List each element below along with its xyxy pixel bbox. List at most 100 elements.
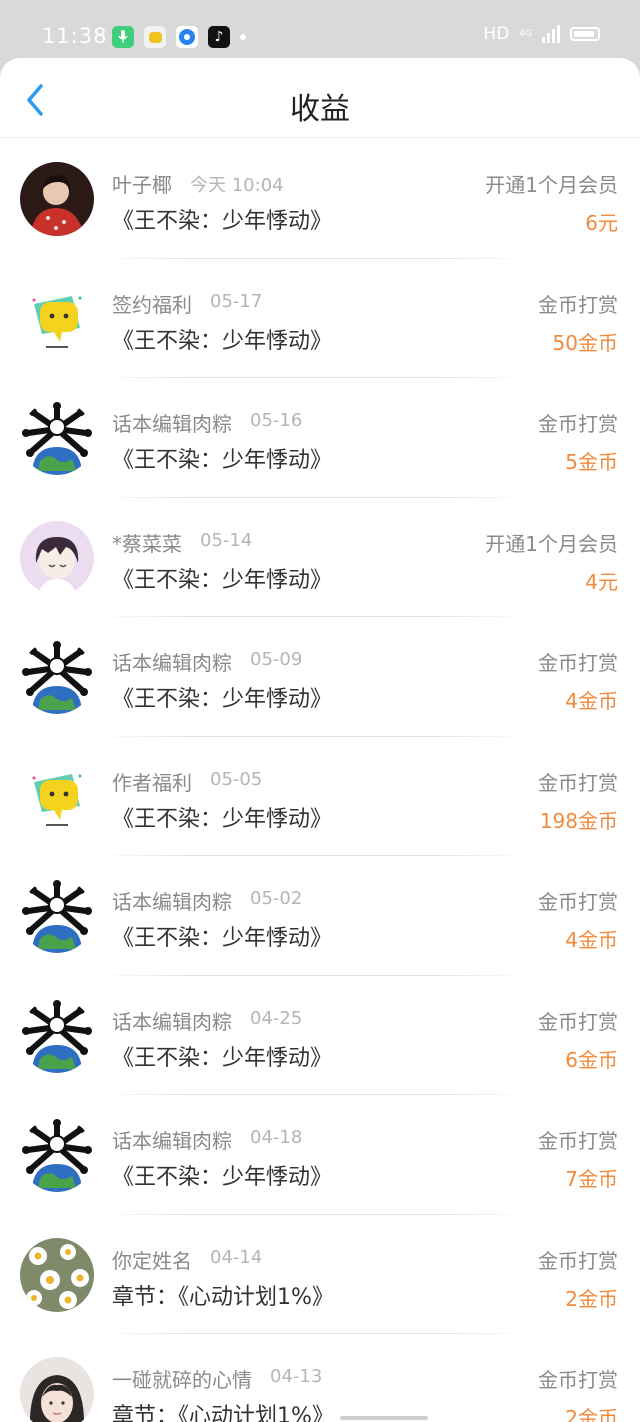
sender-name: 签约福利	[112, 292, 192, 317]
list-item[interactable]: 签约福利 05-17 《王不染：少年悸动》 金币打赏 50金币	[0, 259, 640, 379]
earning-amount: 4金币	[565, 928, 618, 952]
signal-type-label: 4G	[519, 28, 532, 39]
earning-amount: 50金币	[552, 330, 618, 355]
earning-type: 开通1个月会员	[485, 531, 618, 556]
sender-name: 话本编辑肉粽	[112, 890, 232, 914]
item-title: 章节：《心动计划1%》	[112, 1404, 334, 1422]
earning-amount: 6金币	[565, 1047, 618, 1072]
date-label: 05-16	[250, 410, 303, 431]
page-title: 收益	[290, 92, 350, 127]
earning-type: 金币打赏	[538, 1129, 618, 1153]
avatar[interactable]	[20, 1118, 94, 1192]
soul-mic-icon	[112, 26, 134, 48]
earth-bones-avatar-icon	[20, 640, 94, 714]
more-notifications-dot	[240, 34, 246, 40]
date-label: 今天 10:04	[190, 175, 284, 196]
status-time: 11:38	[42, 24, 108, 48]
date-label: 05-14	[200, 529, 253, 551]
list-item[interactable]: 一碰就碎的心情 04-13 章节：《心动计划1%》 金币打赏 2金币	[0, 1334, 640, 1422]
item-title: 《王不染：少年悸动》	[112, 687, 333, 712]
earth-bones-avatar-icon	[20, 998, 94, 1073]
yellow-chat-bubble-avatar-icon	[20, 759, 94, 834]
date-label: 05-05	[210, 768, 263, 790]
earning-amount: 2金币	[565, 1286, 618, 1311]
signal-icon	[542, 25, 560, 43]
item-title: 《王不染：少年悸动》	[112, 448, 333, 473]
list-item[interactable]: 叶子椰 今天 10:04 《王不染：少年悸动》 开通1个月会员 6元	[0, 139, 640, 259]
date-label: 05-09	[250, 649, 303, 670]
sender-name: 话本编辑肉粽	[112, 651, 232, 675]
sender-name: *蔡菜菜	[112, 531, 182, 556]
earning-amount: 4金币	[565, 689, 618, 713]
browser-icon	[176, 26, 198, 48]
qq-face-icon	[144, 26, 166, 48]
list-item[interactable]: 话本编辑肉粽 05-02 《王不染：少年悸动》 金币打赏 4金币	[0, 856, 640, 976]
list-item[interactable]: 作者福利 05-05 《王不染：少年悸动》 金币打赏 198金币	[0, 737, 640, 857]
earning-type: 金币打赏	[538, 412, 618, 436]
date-label: 04-13	[270, 1366, 323, 1387]
earning-amount: 5金币	[565, 450, 618, 474]
earning-type: 金币打赏	[538, 770, 618, 795]
item-title: 《王不染：少年悸动》	[112, 926, 333, 951]
earth-bones-avatar-icon	[20, 879, 94, 953]
item-title: 《王不染：少年悸动》	[112, 806, 333, 832]
earnings-list: 叶子椰 今天 10:04 《王不染：少年悸动》 开通1个月会员 6元 签约福利 05-17 《…	[0, 139, 640, 1422]
item-title: 《王不染：少年悸动》	[112, 209, 333, 234]
avatar[interactable]	[20, 162, 94, 236]
portrait-red-avatar-icon	[20, 162, 94, 236]
earning-amount: 7金币	[565, 1167, 618, 1191]
sender-name: 作者福利	[112, 770, 192, 795]
item-title: 《王不染：少年悸动》	[112, 567, 333, 593]
earning-amount: 2金币	[565, 1406, 618, 1422]
avatar[interactable]	[20, 281, 94, 356]
earning-type: 金币打赏	[538, 890, 618, 914]
notification-icons: ♪	[112, 26, 246, 48]
earning-amount: 198金币	[539, 808, 618, 833]
date-label: 04-18	[250, 1127, 303, 1148]
sender-name: 话本编辑肉粽	[112, 1129, 232, 1153]
earning-amount: 6元	[585, 211, 618, 235]
list-item[interactable]: 话本编辑肉粽 05-09 《王不染：少年悸动》 金币打赏 4金币	[0, 617, 640, 737]
date-label: 05-17	[210, 290, 263, 312]
list-item[interactable]: 话本编辑肉粽 04-18 《王不染：少年悸动》 金币打赏 7金币	[0, 1095, 640, 1215]
earth-bones-avatar-icon	[20, 1118, 94, 1192]
page-header: 收益	[0, 58, 640, 138]
avatar[interactable]	[20, 998, 94, 1073]
tiktok-icon: ♪	[208, 26, 230, 48]
list-item[interactable]: 你定姓名 04-14 章节：《心动计划1%》 金币打赏 2金币	[0, 1215, 640, 1335]
network-type-label: HD	[483, 24, 510, 44]
item-title: 《王不染：少年悸动》	[112, 1045, 333, 1071]
scroll-indicator	[340, 1416, 428, 1420]
date-label: 04-14	[210, 1246, 263, 1268]
earning-amount: 4元	[585, 569, 618, 594]
date-label: 04-25	[250, 1007, 303, 1029]
avatar[interactable]	[20, 1237, 94, 1312]
battery-icon	[570, 27, 600, 41]
sender-name: 叶子椰	[112, 173, 172, 197]
earning-type: 金币打赏	[538, 651, 618, 675]
earth-bones-avatar-icon	[20, 401, 94, 475]
date-label: 05-02	[250, 888, 303, 909]
list-item[interactable]: *蔡菜菜 05-14 《王不染：少年悸动》 开通1个月会员 4元	[0, 498, 640, 618]
earning-type: 开通1个月会员	[485, 173, 618, 197]
avatar[interactable]	[20, 879, 94, 953]
avatar[interactable]	[20, 759, 94, 834]
list-item[interactable]: 话本编辑肉粽 04-25 《王不染：少年悸动》 金币打赏 6金币	[0, 976, 640, 1096]
girl-face-avatar-icon	[20, 1357, 94, 1422]
sender-name: 话本编辑肉粽	[112, 412, 232, 436]
list-item[interactable]: 话本编辑肉粽 05-16 《王不染：少年悸动》 金币打赏 5金币	[0, 378, 640, 498]
avatar[interactable]	[20, 640, 94, 714]
avatar[interactable]	[20, 401, 94, 475]
anime-boy-avatar-icon	[20, 520, 94, 595]
item-title: 《王不染：少年悸动》	[112, 1165, 333, 1190]
sender-name: 你定姓名	[112, 1248, 192, 1273]
status-indicators: HD 4G	[483, 24, 600, 44]
yellow-chat-bubble-avatar-icon	[20, 281, 94, 356]
earning-type: 金币打赏	[538, 292, 618, 317]
item-title: 章节：《心动计划1%》	[112, 1284, 334, 1310]
daisy-flowers-avatar-icon	[20, 1237, 94, 1312]
avatar[interactable]	[20, 520, 94, 595]
item-title: 《王不染：少年悸动》	[112, 328, 333, 354]
earning-type: 金币打赏	[538, 1248, 618, 1273]
avatar[interactable]	[20, 1357, 94, 1422]
